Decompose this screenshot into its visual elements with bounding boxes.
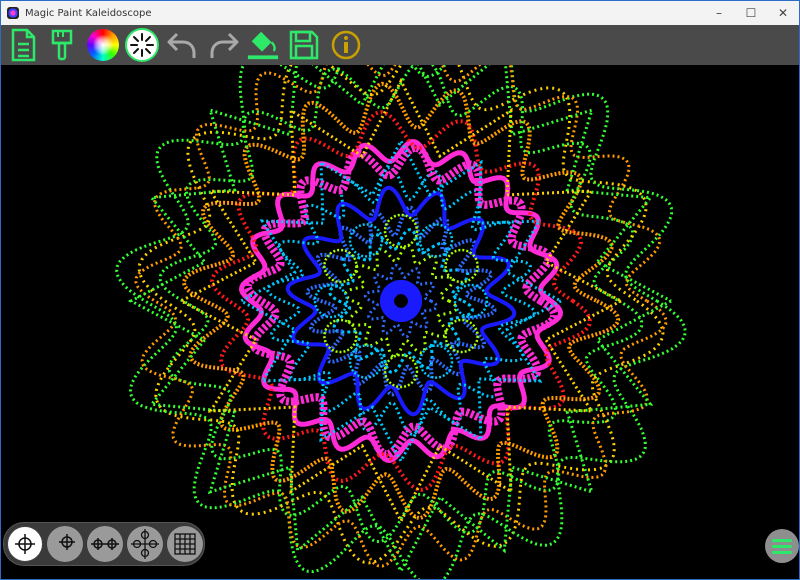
hamburger-menu-icon (772, 539, 792, 554)
grid-icon (174, 533, 196, 555)
info-icon (331, 30, 361, 60)
title-bar: Magic Paint Kaleidoscope – ☐ ✕ (1, 1, 799, 25)
redo-button[interactable] (207, 28, 241, 62)
symmetry-grid-button[interactable] (167, 526, 203, 562)
pattern-ring (380, 280, 422, 322)
color-wheel-button[interactable] (86, 28, 120, 62)
pattern-ring (343, 243, 459, 359)
toolbar (1, 25, 799, 65)
pattern-ring (305, 205, 497, 397)
pattern-ring (210, 110, 592, 492)
color-wheel-icon (87, 29, 119, 61)
fill-button[interactable] (246, 28, 280, 62)
undo-button[interactable] (165, 28, 199, 62)
new-document-icon (11, 28, 36, 62)
symmetry-single-center-button[interactable] (7, 526, 43, 562)
info-button[interactable] (329, 28, 363, 62)
brush-style-icon (125, 28, 159, 62)
menu-button[interactable] (765, 529, 799, 563)
close-button[interactable]: ✕ (767, 1, 799, 25)
minimize-button[interactable]: – (703, 1, 735, 25)
redo-icon (210, 32, 239, 58)
symmetry-toolbar (3, 522, 205, 566)
brush-button[interactable] (46, 28, 80, 62)
maximize-button[interactable]: ☐ (735, 1, 767, 25)
fill-bucket-icon (247, 31, 279, 60)
symmetry-two-points-button[interactable] (87, 526, 123, 562)
save-button[interactable] (287, 28, 321, 62)
undo-icon (167, 32, 196, 58)
pattern-star (237, 137, 562, 465)
brush-icon (51, 29, 73, 61)
app-window: Magic Paint Kaleidoscope – ☐ ✕ (0, 0, 800, 580)
brush-style-button[interactable] (125, 28, 159, 62)
four-crosshairs-icon (131, 529, 159, 559)
pattern-ring (238, 138, 564, 464)
pattern-loop (323, 318, 358, 354)
new-document-button[interactable] (6, 28, 40, 62)
kaleidoscope-pattern (115, 65, 687, 579)
drawing-canvas[interactable] (1, 65, 799, 579)
window-title: Magic Paint Kaleidoscope (25, 7, 152, 19)
crosshair-offset-icon (59, 534, 75, 550)
symmetry-four-points-button[interactable] (127, 526, 163, 562)
pattern-ring (265, 165, 537, 437)
pattern-ring (363, 263, 439, 339)
window-controls: – ☐ ✕ (703, 1, 799, 25)
two-crosshairs-icon (91, 538, 119, 550)
symmetry-single-point-button[interactable] (47, 526, 83, 562)
pattern-loop (348, 223, 384, 258)
save-icon (289, 30, 319, 60)
crosshair-icon (15, 534, 35, 554)
app-icon (7, 7, 19, 19)
